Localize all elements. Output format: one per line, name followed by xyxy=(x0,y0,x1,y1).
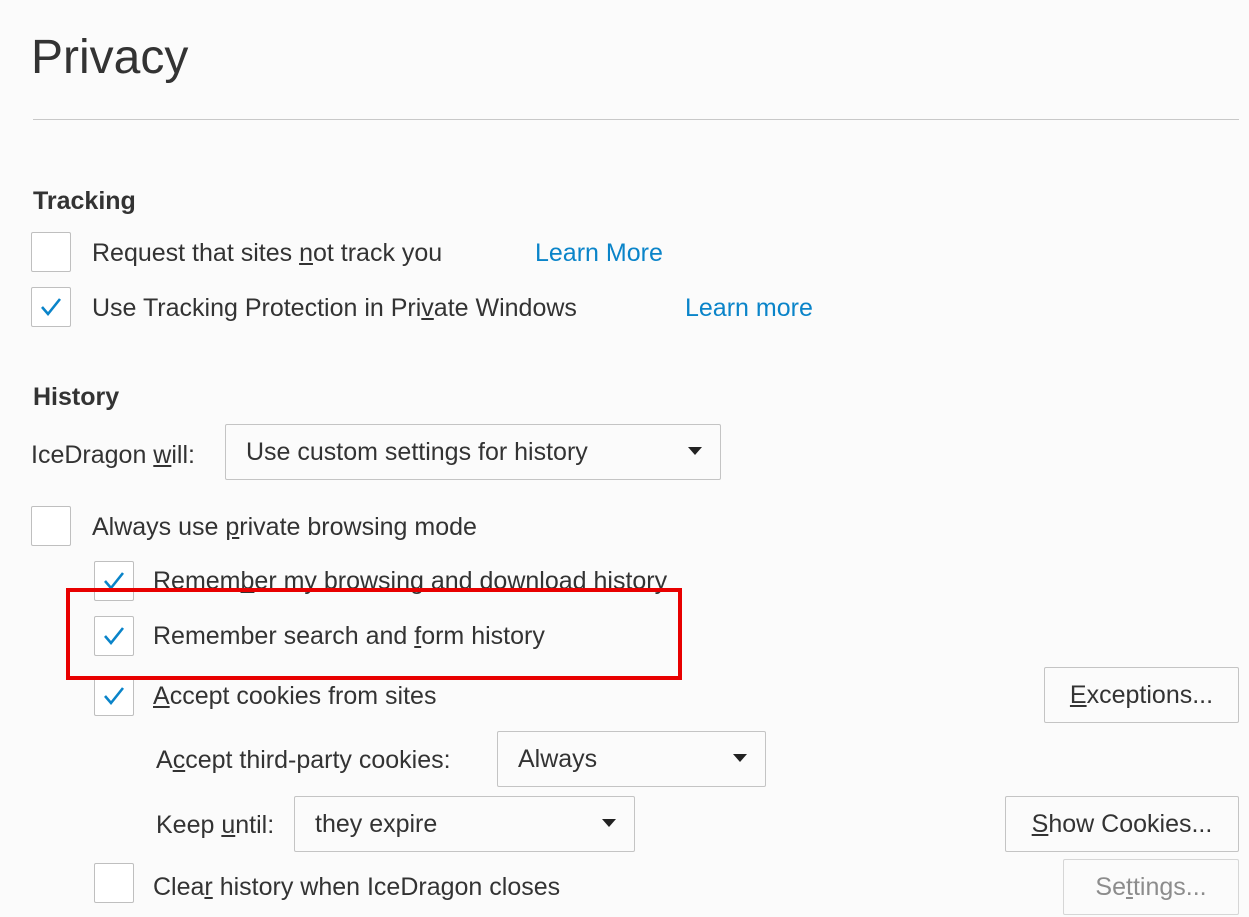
tracking-protection-label: Use Tracking Protection in Private Windo… xyxy=(92,294,577,322)
chevron-down-icon xyxy=(733,754,747,762)
history-mode-label: IceDragon will: xyxy=(31,441,195,469)
accept-cookies-label: Accept cookies from sites xyxy=(153,682,437,710)
clear-history-settings-button[interactable]: Se t tings... xyxy=(1063,859,1239,915)
private-mode-checkbox[interactable] xyxy=(31,506,71,546)
do-not-track-checkbox[interactable] xyxy=(31,232,71,272)
dnt-learn-more-link[interactable]: Learn More xyxy=(535,236,663,270)
private-mode-label: Always use private browsing mode xyxy=(92,513,477,541)
checkmark-icon xyxy=(104,687,125,706)
accept-cookies-checkbox[interactable] xyxy=(94,676,134,716)
third-party-cookies-select[interactable]: Always xyxy=(497,731,766,787)
history-heading: History xyxy=(33,383,120,411)
chevron-down-icon xyxy=(602,819,616,827)
tracking-protection-checkbox[interactable] xyxy=(31,287,71,327)
tracking-protection-learn-more-link[interactable]: Learn more xyxy=(685,291,813,325)
keep-until-select[interactable]: they expire xyxy=(294,796,635,852)
tracking-heading: Tracking xyxy=(33,187,136,215)
title-divider xyxy=(33,119,1239,120)
keep-until-value: they expire xyxy=(315,809,438,838)
page-title: Privacy xyxy=(31,31,189,84)
exceptions-button[interactable]: Exceptions... xyxy=(1044,667,1239,723)
history-mode-select[interactable]: Use custom settings for history xyxy=(225,424,721,480)
third-party-cookies-value: Always xyxy=(518,744,598,773)
keep-until-label: Keep until: xyxy=(156,811,275,839)
show-cookies-button[interactable]: Show Cookies... xyxy=(1005,796,1239,852)
history-mode-value: Use custom settings for history xyxy=(246,437,588,466)
clear-history-label: Clear history when IceDragon closes xyxy=(153,873,561,901)
third-party-cookies-label: Accept third-party cookies: xyxy=(156,746,451,774)
highlight-box xyxy=(66,588,682,680)
checkmark-icon xyxy=(41,298,62,317)
do-not-track-label: Request that sites not track you xyxy=(92,239,443,267)
chevron-down-icon xyxy=(688,447,702,455)
clear-history-checkbox[interactable] xyxy=(94,863,134,903)
